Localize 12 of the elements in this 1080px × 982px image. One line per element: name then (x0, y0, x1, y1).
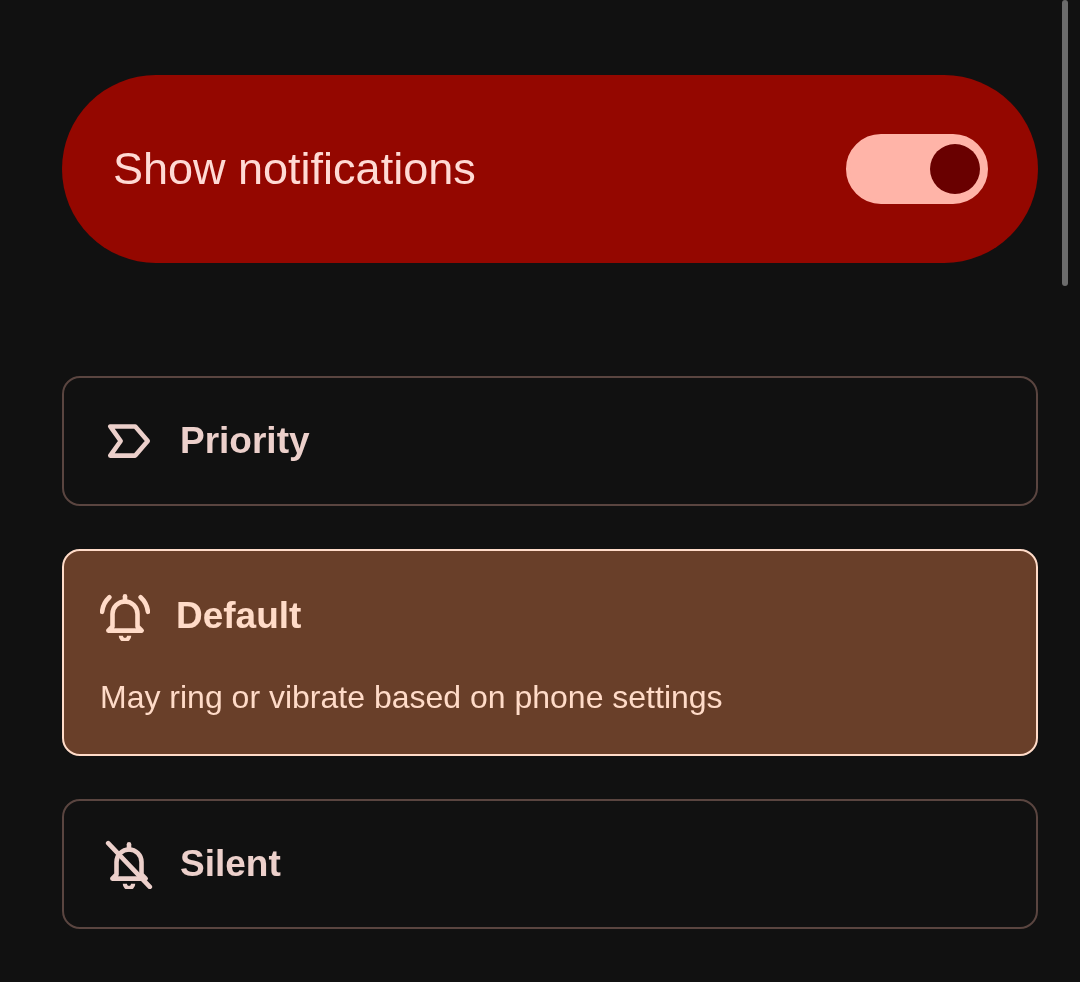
option-description: May ring or vibrate based on phone settings (100, 679, 724, 716)
scrollbar[interactable] (1062, 0, 1068, 286)
option-label: Default (176, 595, 302, 637)
option-card[interactable]: Silent (62, 799, 1038, 929)
ringing-bell-icon (100, 591, 150, 641)
toggle-label: Show notifications (113, 143, 476, 195)
option-label: Silent (180, 843, 281, 885)
muted-bell-icon (104, 839, 154, 889)
notifications-card[interactable]: Show notifications (62, 75, 1038, 263)
option-label: Priority (180, 420, 310, 462)
option-card[interactable]: Default May ring or vibrate based on phone settings (62, 549, 1038, 756)
option-card[interactable]: Priority (62, 376, 1038, 506)
